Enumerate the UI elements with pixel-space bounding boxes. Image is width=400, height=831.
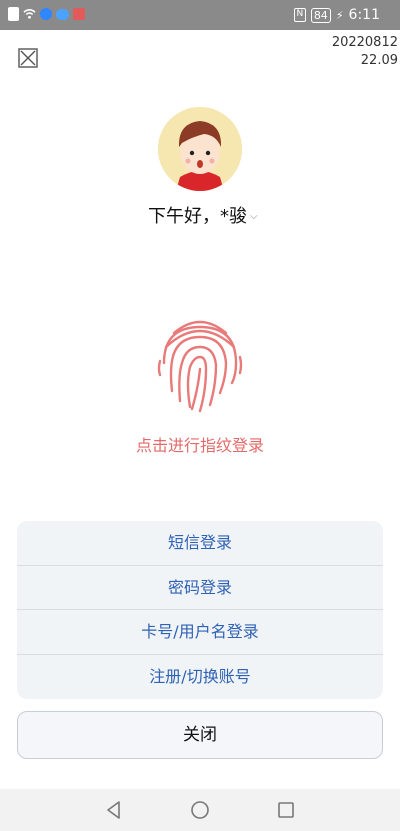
status-icons-right: N 84 ⚡ 6:11 <box>293 4 380 26</box>
avatar-illustration <box>158 107 242 191</box>
greeting-text: 下午好，*骏 <box>148 206 247 227</box>
wifi-icon <box>23 9 36 19</box>
date-code: 20220812 <box>331 35 398 50</box>
notification-icon <box>8 7 19 21</box>
sms-login-button[interactable]: 短信登录 <box>17 521 383 566</box>
close-x-icon[interactable] <box>18 48 38 68</box>
status-bar: N 84 ⚡ 6:11 <box>0 0 400 30</box>
version-label: 22.09 <box>360 53 398 68</box>
password-login-button[interactable]: 密码登录 <box>17 566 383 610</box>
recents-icon[interactable] <box>276 800 296 820</box>
cloud-app-icon <box>56 8 69 20</box>
search-app-icon <box>40 8 52 20</box>
charging-icon: ⚡ <box>335 8 344 22</box>
system-nav-bar <box>0 789 400 831</box>
status-time: 6:11 <box>348 7 380 23</box>
status-icons-left <box>8 7 85 21</box>
chevron-down-icon: ⌵ <box>250 211 258 222</box>
nfc-icon: N <box>293 8 306 22</box>
battery-indicator: 84 <box>310 7 331 23</box>
back-icon[interactable] <box>104 800 124 820</box>
card-username-login-button[interactable]: 卡号/用户名登录 <box>17 610 383 655</box>
register-switch-account-button[interactable]: 注册/切换账号 <box>17 655 383 700</box>
book-app-icon <box>73 8 85 20</box>
close-button[interactable]: 关闭 <box>17 711 383 759</box>
avatar[interactable] <box>158 107 242 191</box>
fingerprint-icon[interactable] <box>156 313 244 413</box>
home-icon[interactable] <box>190 800 210 820</box>
login-options-group: 短信登录 密码登录 卡号/用户名登录 注册/切换账号 <box>17 521 383 699</box>
greeting-account-selector[interactable]: 下午好，*骏 ⌵ <box>148 206 274 228</box>
fingerprint-login-link[interactable]: 点击进行指纹登录 <box>0 432 400 456</box>
